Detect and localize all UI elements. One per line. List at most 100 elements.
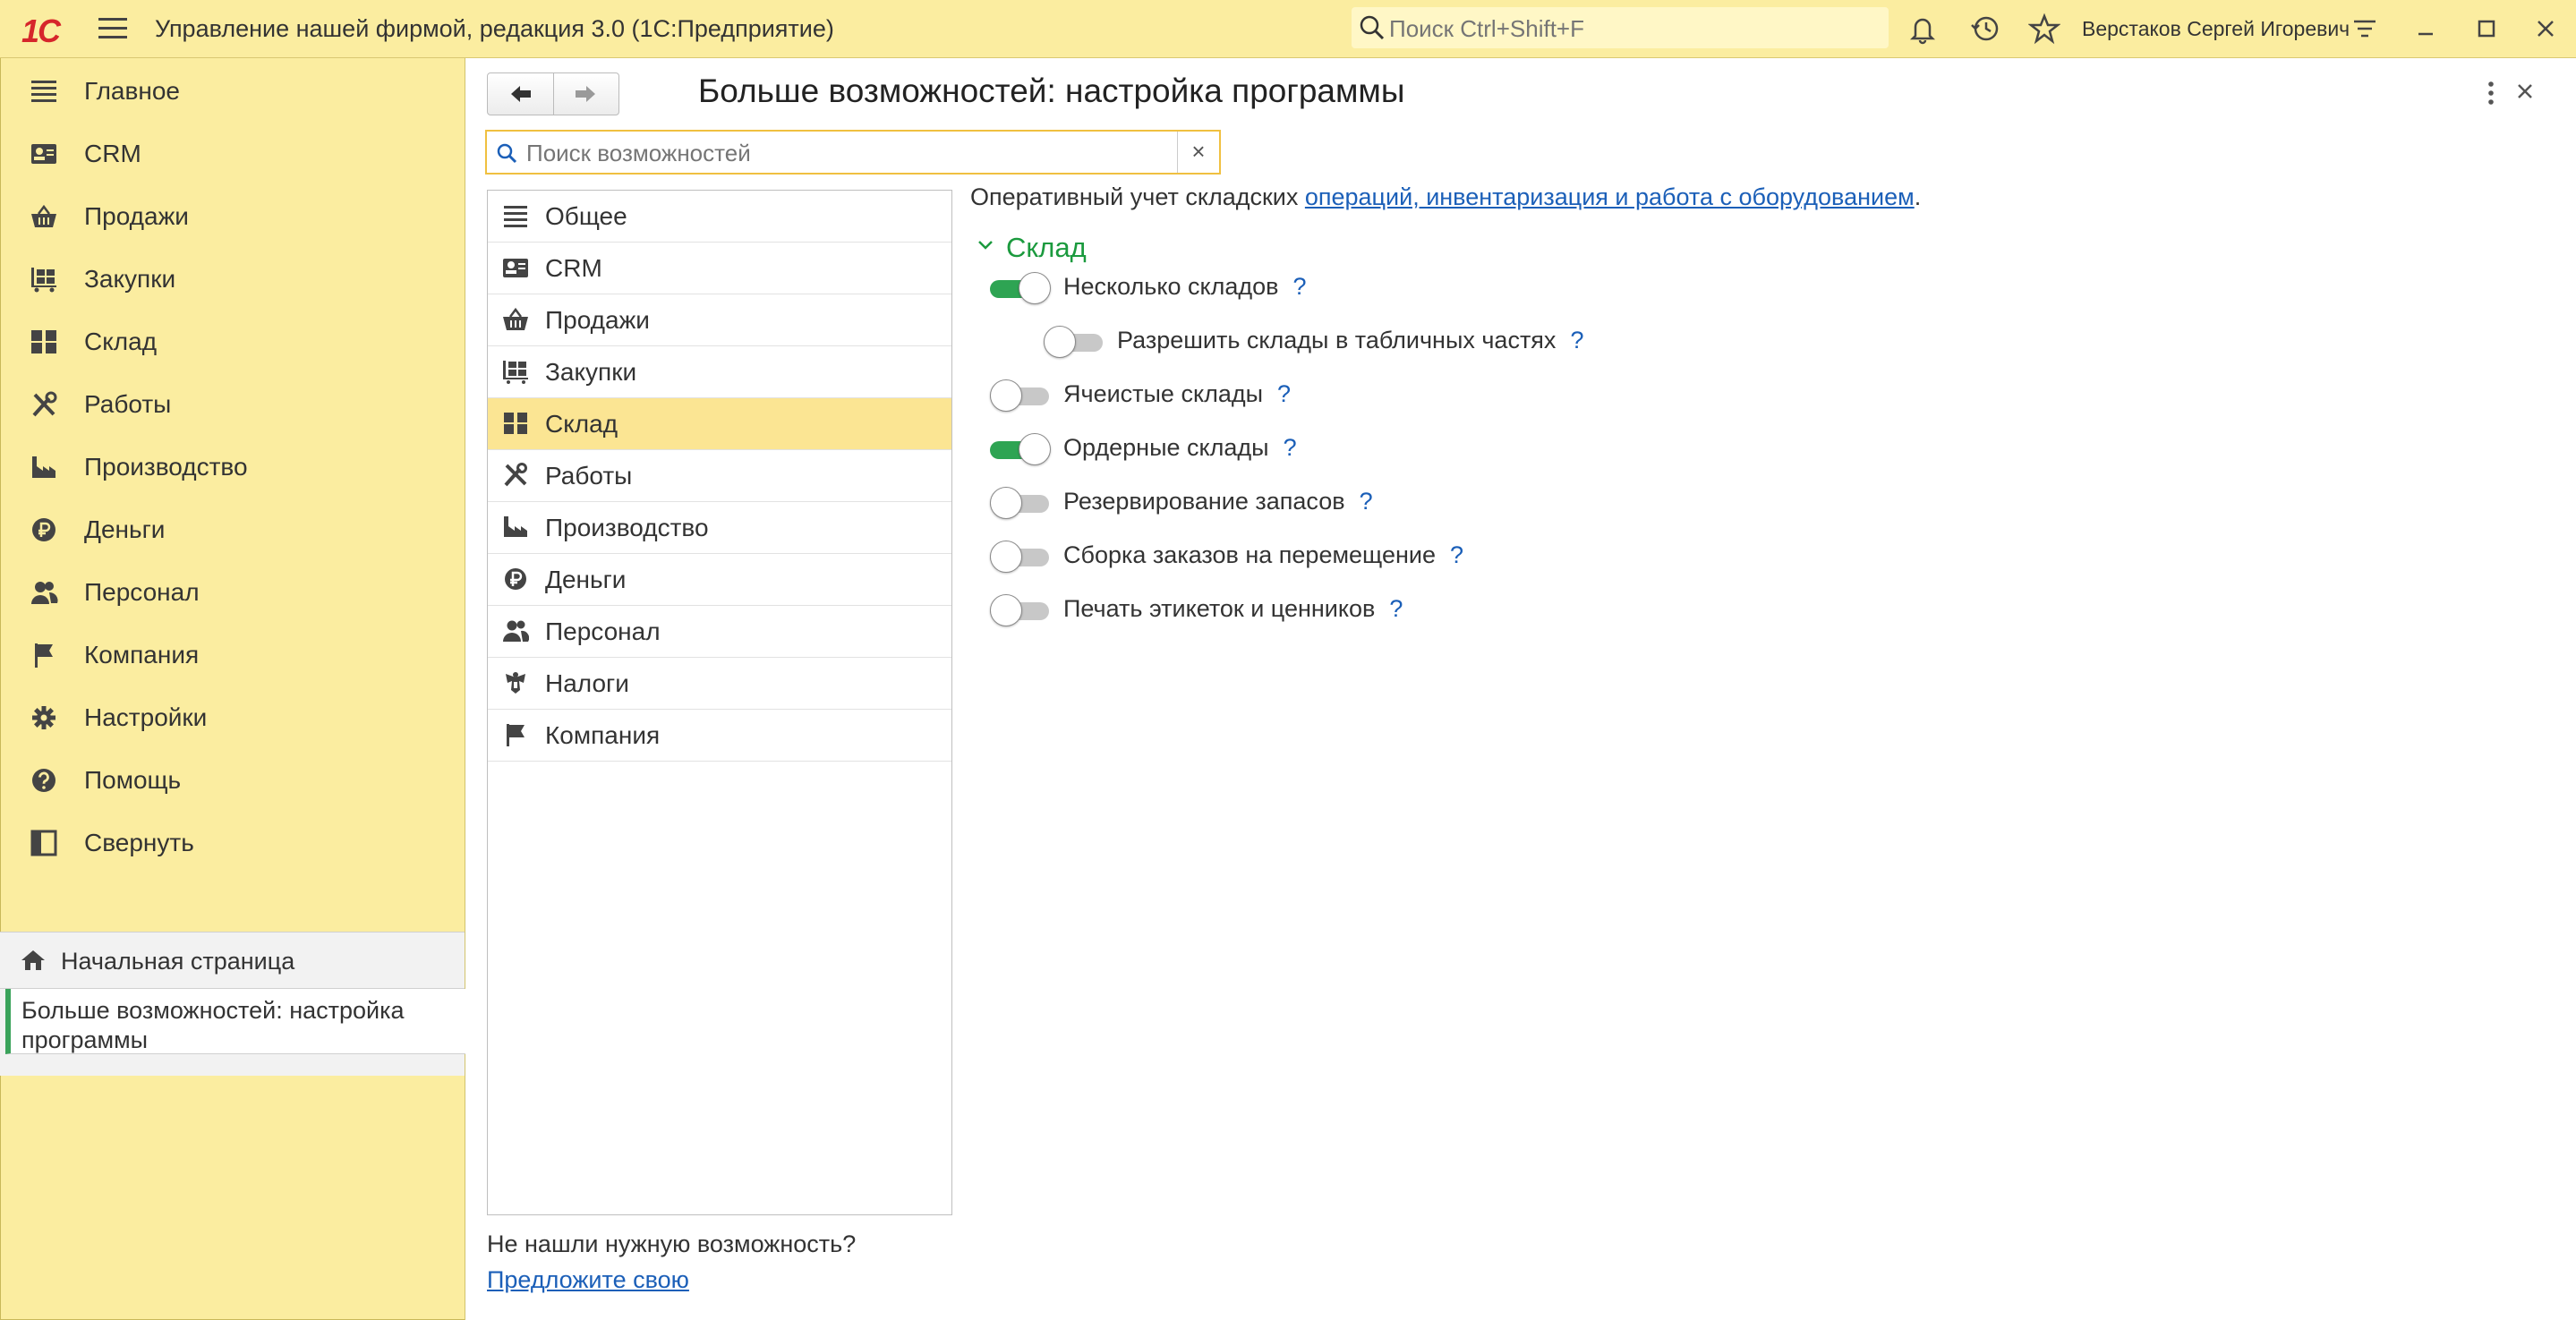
category-item[interactable]: Продажи — [488, 294, 951, 346]
bell-icon[interactable] — [1906, 13, 1939, 45]
toggle-switch[interactable] — [990, 594, 1049, 626]
toggle-switch[interactable] — [990, 433, 1051, 465]
more-actions-icon[interactable] — [2486, 80, 2495, 106]
flag-icon — [35, 643, 53, 668]
category-label: Деньги — [545, 566, 627, 593]
features-search-input[interactable] — [525, 137, 1190, 169]
search-icon — [1360, 15, 1385, 40]
sidebar-item-crm[interactable]: CRM — [0, 126, 465, 180]
toggle-switch[interactable] — [990, 379, 1049, 412]
chevron-down-icon — [978, 241, 993, 250]
tools-icon — [32, 391, 57, 417]
help-link[interactable]: ? — [1570, 327, 1583, 353]
sidebar-item-label: CRM — [84, 140, 141, 167]
toggle-switch[interactable] — [990, 487, 1049, 519]
back-button[interactable] — [488, 73, 552, 115]
maximize-icon[interactable] — [2470, 13, 2503, 45]
forward-button[interactable] — [553, 73, 618, 115]
home-page-label: Начальная страница — [61, 948, 295, 975]
category-item[interactable]: Персонал — [488, 606, 951, 658]
category-item[interactable]: CRM — [488, 243, 951, 294]
sidebar-item-company[interactable]: Компания — [0, 627, 465, 681]
help-link[interactable]: ? — [1293, 273, 1307, 300]
page-title: Больше возможностей: настройка программы — [698, 72, 1405, 109]
ruble-icon — [32, 518, 55, 541]
ruble-icon — [505, 568, 526, 590]
toggle-switch[interactable] — [1044, 326, 1103, 358]
help-link[interactable]: ? — [1450, 541, 1463, 568]
category-item[interactable]: Производство — [488, 502, 951, 554]
intro-text: Оперативный учет складских операций, инв… — [970, 183, 1922, 210]
option-label: Несколько складов — [1063, 273, 1279, 300]
help-link[interactable]: ? — [1360, 488, 1373, 515]
category-item[interactable]: Налоги — [488, 658, 951, 710]
suggest-feature-link[interactable]: Предложите свою — [487, 1266, 689, 1294]
category-item[interactable]: Общее — [488, 191, 951, 243]
star-icon[interactable] — [2028, 13, 2060, 45]
toggle-switch[interactable] — [990, 541, 1049, 573]
sidebar-item-money[interactable]: Деньги — [0, 502, 465, 556]
contacts-icon — [503, 259, 528, 277]
minimize-icon[interactable] — [2410, 13, 2442, 45]
collapse-icon — [30, 830, 57, 856]
option-label: Ячеистые склады — [1063, 380, 1264, 407]
category-item-selected[interactable]: Склад — [488, 398, 951, 450]
sidebar-item-label: Закупки — [84, 265, 176, 293]
sidebar-item-label: Свернуть — [84, 829, 194, 856]
emblem-icon — [506, 672, 525, 694]
app-title: Управление нашей фирмой, редакция 3.0 (1… — [155, 15, 834, 42]
global-search[interactable] — [1352, 7, 1889, 48]
settings-menu-icon[interactable] — [2349, 13, 2381, 45]
sidebar-item-personnel[interactable]: Персонал — [0, 565, 465, 618]
sidebar-item-main[interactable]: Главное — [0, 64, 465, 117]
sidebar-item-label: Помощь — [84, 766, 182, 794]
list-icon — [504, 206, 527, 227]
sidebar-item-production[interactable]: Производство — [0, 439, 465, 493]
history-icon[interactable] — [1969, 13, 2001, 45]
sidebar-item-settings[interactable]: Настройки — [0, 690, 465, 744]
sidebar-item-collapse[interactable]: Свернуть — [0, 815, 465, 869]
intro-link[interactable]: операций, инвентаризация и работа с обор… — [1305, 183, 1915, 210]
sidebar-item-label: Продажи — [84, 202, 189, 230]
help-link[interactable]: ? — [1277, 380, 1291, 407]
main-menu-icon[interactable] — [98, 18, 127, 39]
cart-icon — [31, 268, 56, 293]
main-content: Больше возможностей: настройка программы… — [465, 58, 2576, 1320]
open-window-item[interactable]: Больше возможностей: настройка программы — [5, 989, 470, 1054]
features-search[interactable]: × — [485, 130, 1221, 175]
app-logo[interactable]: 1С — [21, 13, 61, 50]
close-icon[interactable] — [2513, 80, 2537, 103]
people-icon — [31, 582, 58, 604]
home-icon — [21, 950, 45, 970]
window-close-icon[interactable] — [2529, 13, 2562, 45]
tools-icon — [504, 463, 527, 487]
user-name[interactable]: Верстаков Сергей Игоревич — [2082, 17, 2350, 41]
category-item[interactable]: Работы — [488, 450, 951, 502]
category-label: Компания — [545, 721, 661, 749]
sidebar-item-purchases[interactable]: Закупки — [0, 251, 465, 305]
toggle-switch[interactable] — [990, 272, 1051, 304]
category-item[interactable]: Компания — [488, 710, 951, 762]
help-link[interactable]: ? — [1284, 434, 1297, 461]
section-header-warehouse[interactable]: Склад — [977, 232, 1087, 264]
sidebar-item-label: Главное — [84, 77, 180, 105]
sidebar-item-warehouse[interactable]: Склад — [0, 314, 465, 368]
sidebar-item-works[interactable]: Работы — [0, 377, 465, 430]
sidebar-item-sales[interactable]: Продажи — [0, 189, 465, 243]
people-icon — [503, 620, 529, 642]
help-link[interactable]: ? — [1389, 595, 1403, 622]
global-search-input[interactable] — [1387, 13, 1874, 45]
grid-icon — [504, 413, 527, 434]
option-label: Разрешить склады в табличных частях — [1117, 327, 1557, 353]
category-item[interactable]: Деньги — [488, 554, 951, 606]
top-bar: 1С Управление нашей фирмой, редакция 3.0… — [0, 0, 2576, 58]
cart-icon — [503, 361, 528, 384]
open-window-label: Больше возможностей: настройка программы — [21, 997, 405, 1053]
category-item[interactable]: Закупки — [488, 346, 951, 398]
sidebar-item-help[interactable]: Помощь — [0, 753, 465, 806]
category-label: Работы — [545, 462, 633, 490]
clear-search-button[interactable]: × — [1177, 132, 1219, 173]
category-label: Персонал — [545, 617, 661, 645]
list-icon — [31, 81, 56, 102]
home-page-item[interactable]: Начальная страница — [0, 933, 465, 989]
